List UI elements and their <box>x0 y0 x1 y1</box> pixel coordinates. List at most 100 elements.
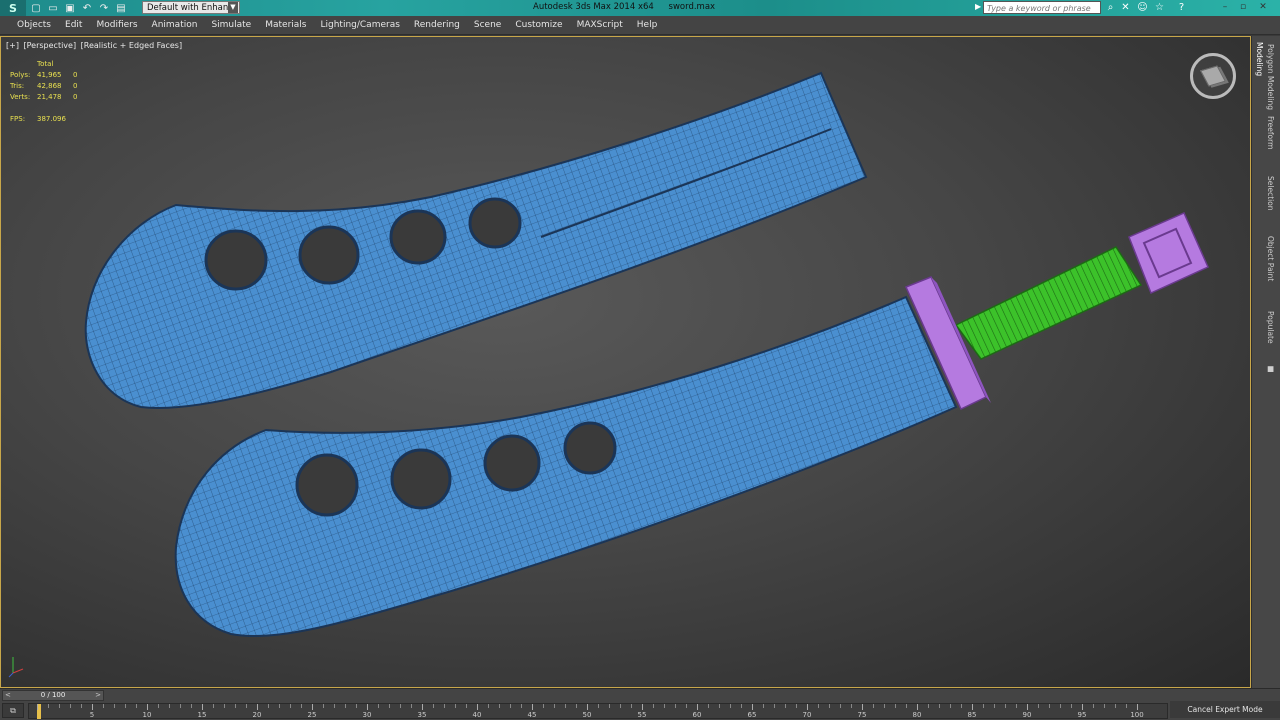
track-tick-label: 10 <box>142 711 152 719</box>
stats-polys-value: 41,965 <box>37 71 62 79</box>
viewcube-cube-icon[interactable] <box>1200 65 1226 87</box>
open-file-icon[interactable]: ▭ <box>46 2 60 15</box>
track-tick <box>257 704 258 710</box>
stats-tris-selected: 0 <box>73 82 78 90</box>
time-next-button[interactable]: > <box>95 691 101 700</box>
menu-help[interactable]: Help <box>630 16 665 35</box>
ribbon-tab-object-paint[interactable]: Object Paint <box>1266 236 1275 281</box>
lower-blade-hole-4 <box>563 421 617 475</box>
viewcube[interactable] <box>1190 53 1236 99</box>
scene-render[interactable] <box>1 37 1251 688</box>
track-tick <box>543 704 544 708</box>
track-tick <box>59 704 60 708</box>
track-tick-label: 55 <box>637 711 647 719</box>
track-tick <box>642 704 643 710</box>
project-folder-icon[interactable]: ▤ <box>114 2 128 15</box>
ribbon-options-icon[interactable]: ■ <box>1266 364 1275 373</box>
track-tick <box>708 704 709 708</box>
grip-body <box>954 246 1143 360</box>
ribbon-tab-selection[interactable]: Selection <box>1266 176 1275 211</box>
track-tick <box>598 704 599 708</box>
track-tick <box>378 704 379 708</box>
menu-lighting-cameras[interactable]: Lighting/Cameras <box>313 16 406 35</box>
search-input[interactable]: Type a keyword or phrase <box>983 1 1101 14</box>
new-file-icon[interactable]: ▢ <box>29 2 43 15</box>
upper-blade-hole-3 <box>389 209 447 265</box>
track-bar[interactable]: 5 10 15 20 25 30 35 40 45 50 55 60 65 70 75 80 85 90 95 100 <box>28 703 1168 719</box>
track-view-icon[interactable]: ⧉ <box>2 703 24 718</box>
menu-objects[interactable]: Objects <box>10 16 58 35</box>
tools-icon[interactable]: ✕ <box>1119 1 1132 14</box>
stats-verts-value: 21,478 <box>37 93 62 101</box>
ribbon-tab-modeling[interactable]: Modeling <box>1255 42 1264 76</box>
menu-maxscript[interactable]: MAXScript <box>570 16 630 35</box>
maximize-icon[interactable]: ▫ <box>1236 0 1250 14</box>
track-tick <box>444 704 445 708</box>
track-tick <box>1016 704 1017 708</box>
viewport-label[interactable]: [+] [Perspective] [Realistic + Edged Fac… <box>6 41 184 50</box>
menu-simulate[interactable]: Simulate <box>204 16 258 35</box>
fps-label: FPS: <box>10 115 26 123</box>
track-tick <box>103 704 104 708</box>
favorites-icon[interactable]: ☆ <box>1153 1 1166 14</box>
track-tick <box>1027 704 1028 710</box>
menu-customize[interactable]: Customize <box>508 16 569 35</box>
close-icon[interactable]: ✕ <box>1256 0 1270 14</box>
ribbon-tab-polygon-modeling[interactable]: Polygon Modeling <box>1266 44 1275 110</box>
axis-tripod-icon <box>8 657 24 678</box>
track-tick <box>653 704 654 708</box>
menu-scene[interactable]: Scene <box>467 16 508 35</box>
stats-row-tris: Tris: 42,868 0 <box>10 81 83 92</box>
menu-animation[interactable]: Animation <box>145 16 205 35</box>
help-icon[interactable]: ? <box>1175 1 1188 14</box>
sword-grip[interactable] <box>954 246 1143 360</box>
cancel-expert-mode-button[interactable]: Cancel Expert Mode <box>1170 701 1280 718</box>
app-menu-button[interactable]: S <box>0 0 26 16</box>
track-tick <box>895 704 896 708</box>
track-tick <box>741 704 742 708</box>
track-tick <box>356 704 357 708</box>
stats-header-total: Total <box>37 60 54 68</box>
redo-icon[interactable]: ↷ <box>97 2 111 15</box>
app-title: Autodesk 3ds Max 2014 x64 <box>533 2 654 12</box>
minimize-icon[interactable]: – <box>1218 0 1232 14</box>
track-tick <box>433 704 434 708</box>
track-tick <box>1060 704 1061 708</box>
viewport-view-type[interactable]: [Perspective] <box>24 41 77 50</box>
track-tick <box>950 704 951 708</box>
stats-polys-label: Polys: <box>10 71 31 79</box>
user-icon[interactable]: ☺ <box>1136 1 1149 14</box>
menu-rendering[interactable]: Rendering <box>407 16 467 35</box>
sword-pommel[interactable] <box>1128 212 1209 295</box>
fps-value: 387.096 <box>37 115 66 123</box>
save-icon[interactable]: ▣ <box>63 2 77 15</box>
menu-materials[interactable]: Materials <box>258 16 313 35</box>
time-slider[interactable]: < 0 / 100 > <box>2 690 104 701</box>
track-tick <box>290 704 291 708</box>
time-slider-frame: 0 / 100 <box>40 691 66 699</box>
viewport-menu[interactable]: [+] <box>6 41 19 50</box>
binoculars-icon[interactable]: ⌕ <box>1104 1 1117 14</box>
undo-icon[interactable]: ↶ <box>80 2 94 15</box>
quick-access-toolbar: S ▢ ▭ ▣ ↶ ↷ ▤ <box>0 0 128 16</box>
track-tick <box>301 704 302 708</box>
track-tick <box>477 704 478 710</box>
viewport-shading-mode[interactable]: [Realistic + Edged Faces] <box>81 41 182 50</box>
ribbon-tab-populate[interactable]: Populate <box>1266 311 1275 344</box>
track-tick <box>697 704 698 710</box>
window-title: Autodesk 3ds Max 2014 x64 sword.max <box>533 2 727 12</box>
scene-statistics: Total Polys: 41,965 0 Tris: 42,868 0 Ver… <box>10 59 83 125</box>
workspace-dropdown[interactable]: Default with Enhance ▼ <box>142 1 240 14</box>
track-tick <box>147 704 148 710</box>
track-tick <box>70 704 71 708</box>
perspective-viewport[interactable]: [+] [Perspective] [Realistic + Edged Fac… <box>0 36 1251 688</box>
track-tick <box>213 704 214 708</box>
track-tick <box>785 704 786 708</box>
track-tick <box>620 704 621 708</box>
menu-modifiers[interactable]: Modifiers <box>89 16 144 35</box>
track-tick-label: 20 <box>252 711 262 719</box>
search-expand-icon[interactable]: ▶ <box>975 2 981 11</box>
track-tick <box>807 704 808 710</box>
menu-edit[interactable]: Edit <box>58 16 89 35</box>
ribbon-tab-freeform[interactable]: Freeform <box>1266 116 1275 149</box>
